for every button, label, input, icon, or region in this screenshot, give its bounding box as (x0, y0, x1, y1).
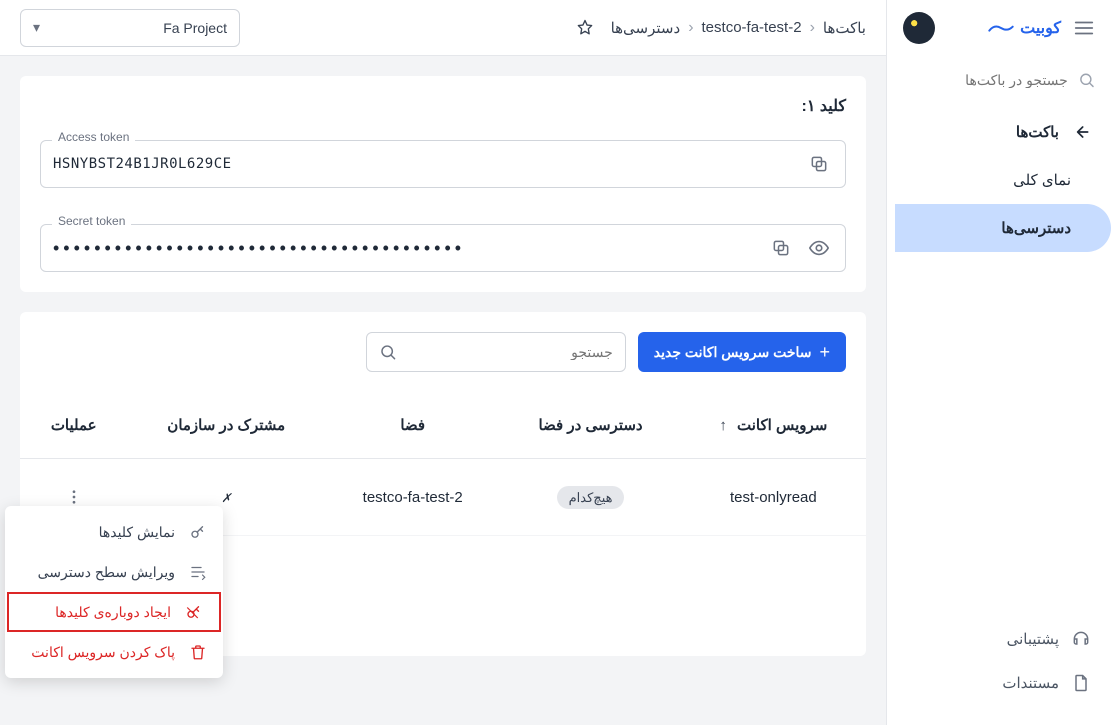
copy-icon (809, 154, 829, 174)
support-link[interactable]: پشتیبانی (887, 617, 1111, 661)
cell-space-access: هیچ‌کدام (500, 459, 680, 536)
plus-icon: + (819, 342, 830, 363)
create-service-account-button[interactable]: + ساخت سرویس اکانت جدید (638, 332, 846, 372)
key-icon (189, 523, 207, 541)
nav-access[interactable]: دسترسی‌ها (895, 204, 1111, 252)
secret-token-masked: •••••••••••••••••••••••••••••••••••••••• (53, 238, 757, 259)
search-icon (379, 342, 397, 362)
secret-token-label: Secret token (52, 214, 131, 228)
key-title: کلید ۱: (40, 96, 846, 116)
brand-logo-icon (988, 21, 1014, 35)
brand-name: کوبیت (1020, 18, 1061, 38)
search-icon (1078, 70, 1095, 90)
crumb-access[interactable]: دسترسی‌ها (611, 19, 681, 37)
sidebar-header: کوبیت (887, 0, 1111, 56)
reveal-secret-button[interactable] (805, 234, 833, 262)
document-icon (1071, 673, 1091, 693)
edit-icon (189, 563, 207, 581)
docs-link[interactable]: مستندات (887, 661, 1111, 705)
sidebar-search-input[interactable] (903, 72, 1068, 88)
sidebar: کوبیت باکت‌ها نمای کلی دسترسی‌ها (886, 0, 1111, 725)
nav-overview[interactable]: نمای کلی (887, 156, 1111, 204)
access-token-value: HSNYBST24B1JR0L629CE (53, 156, 795, 172)
access-token-label: Access token (52, 130, 135, 144)
col-shared: مشترک در سازمان (127, 392, 325, 459)
project-name: Fa Project (163, 20, 227, 36)
menu-show-keys[interactable]: نمایش کلیدها (5, 512, 223, 552)
kebab-icon (65, 488, 83, 506)
cell-space: testco-fa-test-2 (325, 459, 500, 536)
avatar[interactable] (903, 12, 935, 44)
brand[interactable]: کوبیت (988, 18, 1061, 38)
table-toolbar: + ساخت سرویس اکانت جدید (20, 332, 866, 392)
star-icon[interactable] (575, 18, 595, 38)
table-search[interactable] (366, 332, 626, 372)
sidebar-bottom: پشتیبانی مستندات (887, 609, 1111, 725)
sort-asc-icon: ↑ (719, 417, 727, 434)
topbar: باکت‌ها ‹ testco-fa-test-2 ‹ دسترسی‌ها ▾… (0, 0, 886, 56)
copy-icon (771, 238, 791, 258)
content: کلید ۱: Access token HSNYBST24B1JR0L629C… (0, 56, 886, 725)
nav-buckets[interactable]: باکت‌ها (887, 108, 1111, 156)
col-actions: عملیات (20, 392, 127, 459)
arrow-left-icon (1071, 122, 1091, 142)
main: باکت‌ها ‹ testco-fa-test-2 ‹ دسترسی‌ها ▾… (0, 0, 886, 725)
crumb-bucket-name[interactable]: testco-fa-test-2 (702, 19, 802, 36)
cell-service-account: test-onlyread (681, 459, 866, 536)
headset-icon (1071, 629, 1091, 649)
copy-access-button[interactable] (805, 150, 833, 178)
trash-icon (189, 643, 207, 661)
secret-token-field: Secret token •••••••••••••••••••••••••••… (40, 224, 846, 272)
breadcrumb: باکت‌ها ‹ testco-fa-test-2 ‹ دسترسی‌ها (575, 18, 866, 38)
project-select[interactable]: ▾ Fa Project (20, 9, 240, 47)
menu-regen-keys[interactable]: ایجاد دوباره‌ی کلیدها (7, 592, 221, 632)
col-space-access: دسترسی در فضا (500, 392, 680, 459)
crumb-buckets[interactable]: باکت‌ها (823, 19, 866, 37)
menu-edit-access[interactable]: ویرایش سطح دسترسی (5, 552, 223, 592)
caret-down-icon: ▾ (33, 19, 40, 36)
chevron-left-icon: ‹ (810, 19, 815, 37)
menu-delete[interactable]: پاک کردن سرویس اکانت (5, 632, 223, 672)
hamburger-icon[interactable] (1073, 17, 1095, 39)
key-card: کلید ۱: Access token HSNYBST24B1JR0L629C… (20, 76, 866, 292)
nav: باکت‌ها نمای کلی دسترسی‌ها (887, 104, 1111, 252)
access-token-field: Access token HSNYBST24B1JR0L629CE (40, 140, 846, 188)
col-space: فضا (325, 392, 500, 459)
row-context-menu: نمایش کلیدها ویرایش سطح دسترسی ایجاد دوب… (5, 506, 223, 678)
regen-key-icon (185, 603, 203, 621)
sidebar-search[interactable] (887, 56, 1111, 104)
chevron-left-icon: ‹ (688, 19, 693, 37)
table-search-input[interactable] (405, 344, 613, 360)
eye-icon (808, 237, 830, 259)
copy-secret-button[interactable] (767, 234, 795, 262)
col-service-account[interactable]: سرویس اکانت ↑ (681, 392, 866, 459)
